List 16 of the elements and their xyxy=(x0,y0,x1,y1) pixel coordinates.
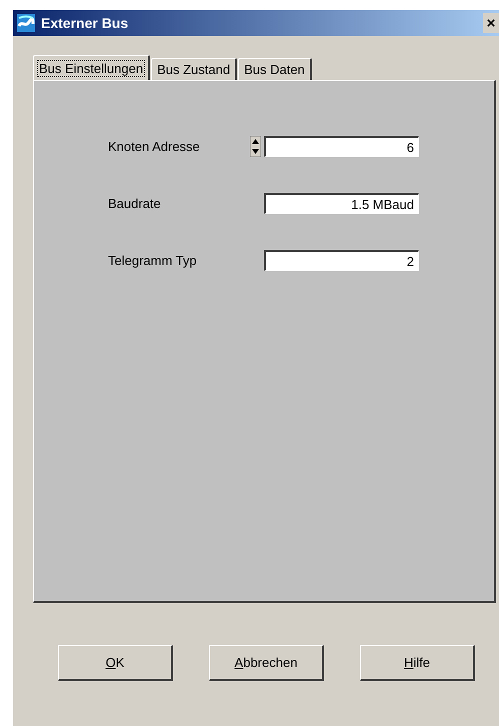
input-field[interactable]: 2 xyxy=(264,250,419,271)
dialog-button[interactable]: Hilfe xyxy=(360,645,475,681)
field-label: Baudrate xyxy=(108,196,162,211)
window-title: Externer Bus xyxy=(41,15,130,31)
close-button[interactable]: × xyxy=(483,13,499,33)
tab[interactable]: Bus Einstellungen xyxy=(33,55,150,80)
app-icon xyxy=(17,14,35,32)
dialog-button[interactable]: OK xyxy=(58,645,173,681)
tab[interactable]: Bus Daten xyxy=(238,58,312,80)
dialog-button[interactable]: Abbrechen xyxy=(209,645,324,681)
spinner-arrows-icon[interactable] xyxy=(250,136,261,157)
spin-field[interactable]: 6 xyxy=(264,136,419,157)
field-label: Knoten Adresse xyxy=(108,139,201,154)
input-field[interactable]: 1.5 MBaud xyxy=(264,193,419,214)
field-label: Telegramm Typ xyxy=(108,253,198,268)
tab[interactable]: Bus Zustand xyxy=(151,58,238,80)
